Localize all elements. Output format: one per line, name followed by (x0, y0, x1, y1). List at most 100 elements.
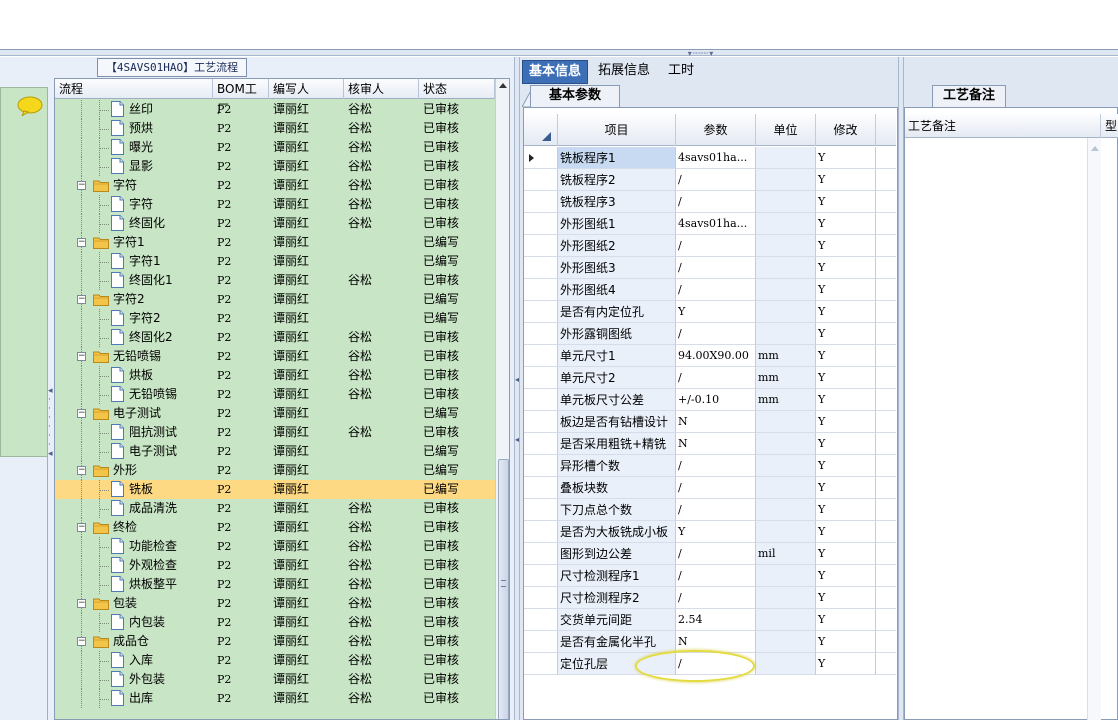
param-row[interactable]: 是否采用粗铣+精铣 N Y (524, 433, 896, 455)
param-row[interactable]: 外形露铜图纸 / Y (524, 323, 896, 345)
param-unit-cell[interactable] (756, 653, 816, 675)
tree-row[interactable]: 字符2 P2 谭丽红 已编写 (55, 309, 495, 328)
param-value-cell[interactable]: 4savs01ha... (676, 213, 756, 235)
param-value-cell[interactable]: / (676, 543, 756, 565)
param-unit-cell[interactable]: mil (756, 543, 816, 565)
row-indicator[interactable] (524, 653, 558, 675)
param-unit-cell[interactable]: mm (756, 389, 816, 411)
param-item-cell[interactable]: 图形到边公差 (558, 543, 676, 565)
tab-basic-info[interactable]: 基本信息 (522, 60, 589, 84)
param-item-cell[interactable]: 外形图纸2 (558, 235, 676, 257)
param-value-cell[interactable]: / (676, 191, 756, 213)
tree-folder-row[interactable]: − 终检 P2 谭丽红 谷松 已审核 (55, 518, 495, 537)
row-indicator[interactable] (524, 345, 558, 367)
param-edit-cell[interactable]: Y (816, 235, 876, 257)
param-row[interactable]: 单元板尺寸公差 +/-0.10 mm Y (524, 389, 896, 411)
row-indicator[interactable] (524, 235, 558, 257)
param-row[interactable]: 外形图纸4/ Y (524, 279, 896, 301)
col-state-header[interactable]: 状态 (419, 79, 495, 99)
collapse-toggle-icon[interactable]: − (77, 295, 86, 304)
tree-folder-row[interactable]: − 外形 P2 谭丽红 已编写 (55, 461, 495, 480)
param-item-cell[interactable]: 异形槽个数 (558, 455, 676, 477)
param-row[interactable]: 交货单元间距 2.54 Y (524, 609, 896, 631)
row-indicator[interactable] (524, 147, 558, 169)
param-item-cell[interactable]: 铣板程序3 (558, 191, 676, 213)
tree-folder-row[interactable]: − 成品仓 P2 谭丽红 谷松 已审核 (55, 632, 495, 651)
row-indicator[interactable] (524, 169, 558, 191)
param-edit-cell[interactable]: Y (816, 147, 876, 169)
param-item-cell[interactable]: 叠板块数 (558, 477, 676, 499)
row-indicator[interactable] (524, 367, 558, 389)
scroll-up-icon[interactable] (499, 83, 507, 88)
param-value-cell[interactable]: / (676, 257, 756, 279)
tab-basic-params[interactable]: 基本参数 (530, 85, 620, 107)
chat-bubble-icon[interactable] (17, 96, 43, 116)
param-item-cell[interactable]: 是否有金属化半孔 (558, 631, 676, 653)
col-param-header[interactable]: 参数 (676, 114, 756, 146)
param-item-cell[interactable]: 单元尺寸1 (558, 345, 676, 367)
param-item-cell[interactable]: 是否有内定位孔 (558, 301, 676, 323)
param-unit-cell[interactable]: mm (756, 367, 816, 389)
tree-row[interactable]: 终固化1 P2 谭丽红 谷松 已审核 (55, 271, 495, 290)
col-writer-header[interactable]: 编写人 (269, 79, 344, 99)
param-unit-cell[interactable] (756, 521, 816, 543)
collapse-toggle-icon[interactable]: − (77, 181, 86, 190)
param-value-cell[interactable]: 4savs01ha... (676, 147, 756, 169)
tree-scrollbar[interactable] (495, 79, 509, 719)
param-item-cell[interactable]: 单元尺寸2 (558, 367, 676, 389)
tree-row[interactable]: 成品清洗 P2 谭丽红 谷松 已审核 (55, 499, 495, 518)
tree-row[interactable]: 电子测试 P2 谭丽红 已编写 (55, 442, 495, 461)
param-item-cell[interactable]: 外形露铜图纸 (558, 323, 676, 345)
param-value-cell[interactable]: / (676, 653, 756, 675)
param-edit-cell[interactable]: Y (816, 521, 876, 543)
param-value-cell[interactable]: / (676, 367, 756, 389)
param-row[interactable]: 尺寸检测程序2/ Y (524, 587, 896, 609)
tree-row[interactable]: 字符1 P2 谭丽红 已编写 (55, 252, 495, 271)
col-edit-header[interactable]: 修改 (816, 114, 876, 146)
row-indicator[interactable] (524, 521, 558, 543)
param-item-cell[interactable]: 外形图纸3 (558, 257, 676, 279)
param-value-cell[interactable]: / (676, 565, 756, 587)
param-value-cell[interactable]: N (676, 433, 756, 455)
tree-row[interactable]: 显影 P2 谭丽红 谷松 已审核 (55, 157, 495, 176)
row-indicator[interactable] (524, 565, 558, 587)
tree-row[interactable]: 铣板 P2 谭丽红 已编写 (55, 480, 495, 499)
param-edit-cell[interactable]: Y (816, 477, 876, 499)
param-unit-cell[interactable] (756, 455, 816, 477)
param-value-cell[interactable]: N (676, 411, 756, 433)
col-notes-header[interactable]: 工艺备注 (905, 114, 1101, 138)
row-indicator[interactable] (524, 191, 558, 213)
tree-row[interactable]: 阻抗测试 P2 谭丽红 谷松 已审核 (55, 423, 495, 442)
tree-row[interactable]: 出库 P2 谭丽红 谷松 已审核 (55, 689, 495, 708)
row-indicator[interactable] (524, 543, 558, 565)
tree-row[interactable]: 烘板 P2 谭丽红 谷松 已审核 (55, 366, 495, 385)
tree-folder-row[interactable]: − 字符2 P2 谭丽红 已编写 (55, 290, 495, 309)
param-row[interactable]: 叠板块数 / Y (524, 477, 896, 499)
param-item-cell[interactable]: 下刀点总个数 (558, 499, 676, 521)
param-row[interactable]: 是否有金属化半孔 N Y (524, 631, 896, 653)
collapse-toggle-icon[interactable]: − (77, 637, 86, 646)
col-bom-header[interactable]: BOM工厂 (213, 79, 269, 116)
param-value-cell[interactable]: / (676, 499, 756, 521)
param-edit-cell[interactable]: Y (816, 565, 876, 587)
param-row[interactable]: 铣板程序1 4savs01ha... Y (524, 147, 896, 169)
tree-row[interactable]: 外包装 P2 谭丽红 谷松 已审核 (55, 670, 495, 689)
param-item-cell[interactable]: 交货单元间距 (558, 609, 676, 631)
row-indicator[interactable] (524, 455, 558, 477)
collapse-toggle-icon[interactable]: − (77, 599, 86, 608)
row-indicator[interactable] (524, 587, 558, 609)
tree-row[interactable]: 外观检查 P2 谭丽红 谷松 已审核 (55, 556, 495, 575)
tab-extended-info[interactable]: 拓展信息 (592, 60, 656, 84)
row-indicator[interactable] (524, 213, 558, 235)
tree-folder-row[interactable]: − 无铅喷锡 P2 谭丽红 谷松 已审核 (55, 347, 495, 366)
tree-row[interactable]: 终固化 P2 谭丽红 谷松 已审核 (55, 214, 495, 233)
param-unit-cell[interactable] (756, 411, 816, 433)
col-flow-header[interactable]: 流程 (55, 79, 213, 99)
row-indicator[interactable] (524, 323, 558, 345)
param-item-cell[interactable]: 外形图纸1 (558, 213, 676, 235)
param-row[interactable]: 尺寸检测程序1/ Y (524, 565, 896, 587)
row-indicator[interactable] (524, 477, 558, 499)
horizontal-splitter[interactable] (0, 50, 1118, 56)
tree-row[interactable]: 内包装 P2 谭丽红 谷松 已审核 (55, 613, 495, 632)
param-item-cell[interactable]: 板边是否有钻槽设计 (558, 411, 676, 433)
